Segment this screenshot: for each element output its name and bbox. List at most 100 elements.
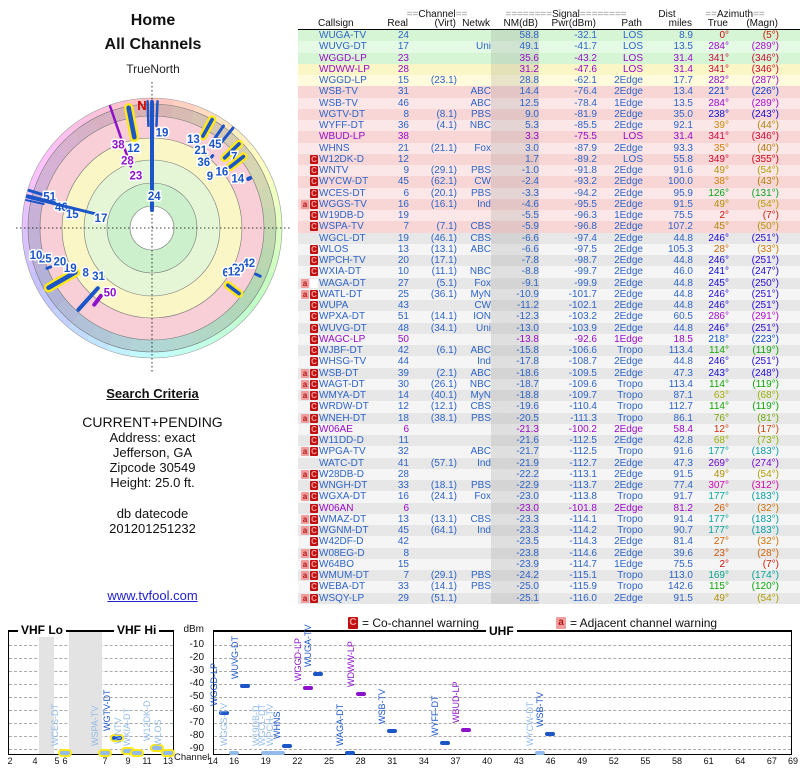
cell-nm: -12.3	[491, 311, 539, 323]
cell-nm: -6.6	[491, 243, 539, 255]
warning-icons: aC	[298, 593, 318, 604]
cell-virt: (21.1)	[430, 142, 457, 154]
cell-callsign: W11DD-D	[319, 435, 364, 446]
cell-pwr: -114.3	[569, 536, 597, 548]
cell-nm: -13.8	[491, 333, 539, 345]
warning-icons: C	[298, 266, 318, 277]
cell-path: 2Edge	[614, 232, 643, 244]
station-label: WDWW-LP	[345, 641, 356, 687]
cell-path: 2Edge	[614, 142, 643, 154]
cell-netwk: Fox	[474, 277, 491, 289]
co-channel-warning-icon: C	[310, 222, 318, 232]
cell-netwk	[457, 469, 491, 480]
co-channel-warning-icon: C	[310, 436, 318, 446]
cell-miles: 105.3	[667, 243, 693, 255]
vhf-hi-label: VHF Hi	[114, 623, 160, 637]
cell-az-true: 114°	[709, 401, 729, 413]
cell-miles: 113.4	[668, 378, 693, 390]
adjacent-warning-icon: a	[301, 559, 309, 569]
table-row: C WSPA-TV 7 (7.1) CBS -5.9 -96.8 2Edge 107.2 45° (…	[298, 221, 800, 233]
cell-path: 2Edge	[614, 243, 643, 255]
cell-real: 11	[398, 435, 409, 446]
column-header: Netwk	[462, 18, 490, 29]
cell-nm: -6.6	[491, 232, 539, 244]
cell-virt	[409, 41, 457, 52]
cell-virt: (8.1)	[436, 108, 457, 120]
x-tick-label: 40	[482, 756, 493, 766]
cell-pwr: -75.5	[574, 131, 597, 143]
cell-callsign: WPCH-TV	[319, 255, 366, 266]
cell-path: Tropo	[617, 581, 643, 593]
cell-virt	[409, 559, 457, 570]
y-tick-label: -80	[189, 730, 204, 741]
dbm-axis-label: dBm	[183, 624, 204, 635]
cell-pwr: -43.2	[574, 52, 597, 64]
tvfool-link[interactable]: www.tvfool.com	[107, 588, 197, 603]
cell-miles: 47.3	[673, 457, 693, 469]
cell-nm: -8.8	[491, 266, 539, 278]
cell-az-true: 284°	[708, 97, 729, 109]
cell-nm: -1.0	[491, 165, 539, 177]
cell-callsign: W19DB-D	[319, 210, 365, 221]
cell-pwr: -81.9	[574, 108, 597, 120]
cell-miles: 90.7	[673, 525, 693, 536]
cell-virt: (16.1)	[430, 198, 457, 210]
cell-az-magn: (54°)	[757, 165, 779, 176]
warning-icons: C	[298, 154, 318, 165]
warning-icons: C	[298, 401, 318, 412]
co-channel-warning-icon: C	[310, 582, 318, 592]
cell-netwk: ION	[473, 311, 491, 323]
y-tick-label: -30	[189, 665, 204, 676]
co-channel-warning-icon: C	[310, 312, 318, 322]
warning-icons: aC	[298, 525, 318, 536]
cell-pwr: -100.2	[568, 423, 597, 435]
column-header: (Magn)	[746, 18, 778, 29]
cell-az-true: 177°	[708, 525, 729, 536]
table-row: WGCL-DT 19 (46.1) CBS -6.6 -97.4 2Edge 44.8 246°…	[298, 232, 800, 244]
cell-miles: 91.5	[673, 468, 693, 480]
cell-pwr: -96.3	[574, 210, 597, 221]
cell-path: 2Edge	[614, 457, 643, 469]
cell-az-magn: (289°)	[751, 97, 779, 109]
cell-miles: 93.3	[673, 142, 693, 154]
warning-icons: C	[298, 244, 318, 255]
cell-az-magn: (54°)	[757, 592, 779, 604]
cell-real: 21	[397, 142, 409, 154]
cell-path: 2Edge	[614, 356, 643, 368]
cell-virt: (13.1)	[430, 243, 457, 255]
cell-pwr: -94.2	[574, 187, 597, 199]
cell-az-true: 2°	[719, 210, 729, 221]
cell-netwk: CBS	[470, 401, 491, 413]
cell-az-true: 341°	[708, 52, 729, 64]
cell-path: LOS	[622, 30, 643, 41]
cell-az-true: 284°	[708, 41, 729, 53]
adjacent-warning-icon: a	[301, 391, 309, 401]
warning-icons: aC	[298, 379, 318, 390]
station-marker	[60, 751, 70, 755]
cell-real: 15	[397, 75, 409, 86]
x-tick-label: 46	[545, 756, 556, 766]
cell-pwr: -109.7	[568, 390, 597, 401]
co-channel-warning-icon: C	[348, 617, 358, 629]
vhf-lo-label: VHF Lo	[18, 623, 66, 637]
cell-az-true: 177°	[708, 513, 729, 525]
cell-netwk: CBS	[470, 232, 491, 244]
cell-miles: 42.8	[673, 435, 693, 446]
cell-nm: -21.3	[491, 423, 539, 435]
cell-pwr: -98.7	[574, 255, 597, 266]
cell-path: Tropo	[617, 378, 643, 390]
cell-az-magn: (274°)	[751, 457, 779, 469]
y-tick-label: -50	[189, 691, 204, 702]
cell-miles: 91.6	[673, 446, 693, 458]
cell-netwk: CW	[474, 300, 491, 311]
column-header: True	[707, 18, 728, 29]
cell-az-magn: (251°)	[751, 356, 779, 368]
cell-path: 2Edge	[614, 86, 643, 98]
criteria-line: Jefferson, GA	[112, 445, 193, 460]
cell-nm: -24.2	[491, 570, 539, 582]
table-row: C WRDW-DT 12 (12.1) CBS -19.6 -110.4 Tropo 112.7…	[298, 401, 800, 413]
cell-real: 6	[403, 502, 409, 514]
cell-callsign: W06AN	[319, 502, 354, 514]
cell-az-magn: (17°)	[757, 423, 779, 435]
azimuth-radar-chart: N2419123828231321 457369 1614514615 1781920…	[16, 82, 290, 374]
